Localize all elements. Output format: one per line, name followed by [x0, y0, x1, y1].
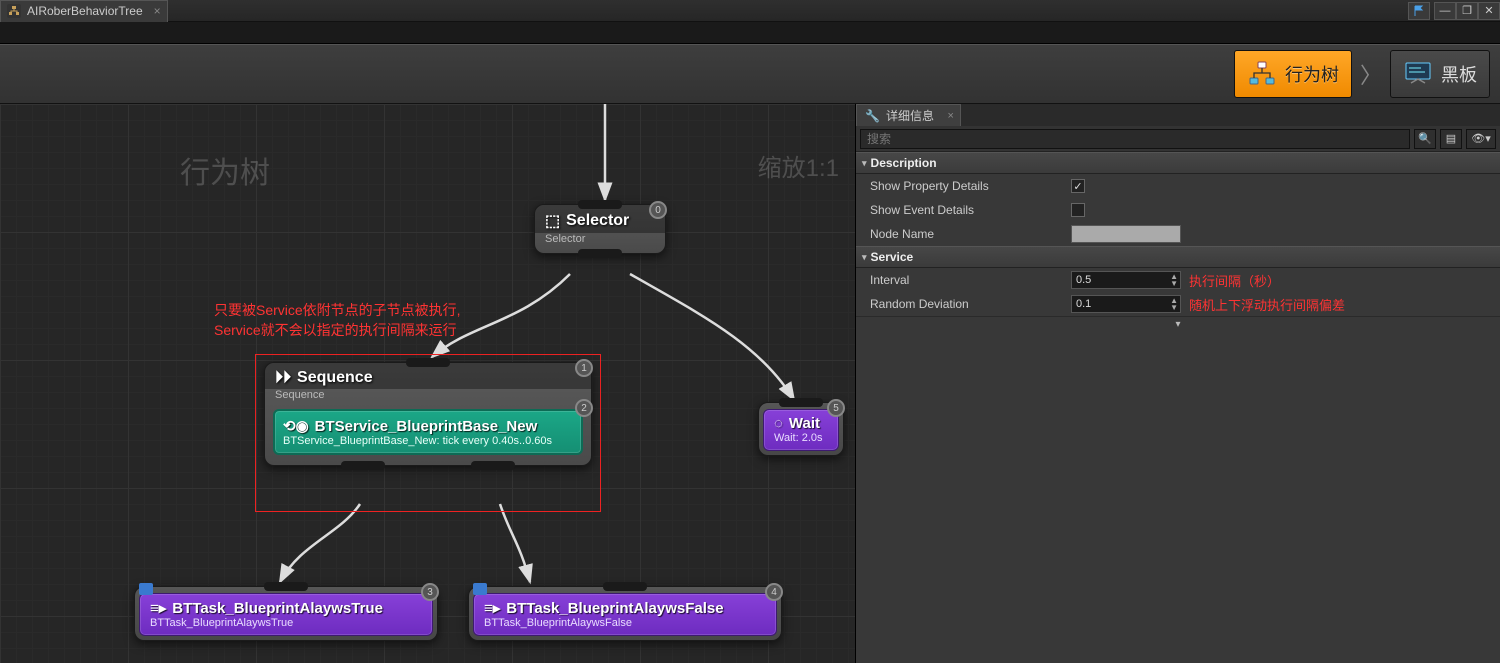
- node-sequence[interactable]: 1 2 ⏵⏵Sequence Sequence ⟲◉BTService_Blue…: [264, 362, 592, 466]
- maximize-button[interactable]: ❐: [1456, 2, 1478, 20]
- pin-in[interactable]: [603, 582, 647, 591]
- zoom-level: 缩放1:1: [758, 148, 839, 183]
- menubar-placeholder: [0, 22, 1500, 44]
- blueprint-badge: [473, 583, 487, 595]
- mode-behavior-tree[interactable]: 行为树: [1234, 50, 1352, 98]
- mode-blackboard-label: 黑板: [1441, 61, 1477, 87]
- pin-in[interactable]: [406, 358, 450, 367]
- node-selector-title: Selector: [566, 212, 629, 230]
- node-task-false-detail: BTTask_BlueprintAlaywsFalse: [484, 617, 766, 629]
- view-grid-icon[interactable]: ▤: [1440, 129, 1462, 149]
- node-task-false[interactable]: 4 ≡▸BTTask_BlueprintAlaywsFalse BTTask_B…: [468, 586, 782, 641]
- pin-out[interactable]: [578, 249, 622, 258]
- section-service: ▾Service Interval 0.5▲▼ 执行间隔（秒） Random D…: [856, 246, 1500, 332]
- input-node-name[interactable]: [1071, 225, 1181, 243]
- annotation-text: 只要被Service依附节点的子节点被执行, Service就不会以指定的执行间…: [214, 300, 461, 340]
- collapse-icon: ▾: [862, 252, 867, 263]
- details-search-row: 🔍 ▤ 👁▾: [856, 126, 1500, 152]
- behavior-tree-icon: [7, 4, 21, 18]
- annotation-interval: 执行间隔（秒）: [1189, 271, 1280, 290]
- checkbox-show-property[interactable]: ✓: [1071, 179, 1085, 193]
- close-details-icon[interactable]: ×: [948, 110, 954, 122]
- blueprint-badge: [139, 583, 153, 595]
- details-search-input[interactable]: [860, 129, 1410, 149]
- section-service-header[interactable]: ▾Service: [856, 246, 1500, 268]
- mode-bar: 行为树 〉 黑板: [0, 44, 1500, 104]
- node-task-true-detail: BTTask_BlueprintAlaywsTrue: [150, 617, 422, 629]
- pin-in[interactable]: [264, 582, 308, 591]
- node-task-false-title: BTTask_BlueprintAlaywsFalse: [506, 600, 723, 617]
- details-tab[interactable]: 🔧 详细信息 ×: [856, 104, 961, 126]
- selector-icon: ⬚: [545, 211, 560, 231]
- exec-index: 0: [649, 201, 667, 219]
- asset-tab[interactable]: AIRoberBehaviorTree ×: [0, 0, 168, 22]
- exec-index: 5: [827, 399, 845, 417]
- annotation-deviation: 随机上下浮动执行间隔偏差: [1189, 295, 1345, 314]
- sequence-icon: ⏵⏵: [275, 369, 291, 387]
- pin-in[interactable]: [779, 398, 823, 407]
- pin-out-2[interactable]: [471, 461, 515, 470]
- exec-index: 3: [421, 583, 439, 601]
- task-icon: ≡▸: [484, 599, 500, 617]
- exec-index-2: 2: [575, 399, 593, 417]
- graph-title-watermark: 行为树: [180, 148, 270, 192]
- eye-filter-icon[interactable]: 👁▾: [1466, 129, 1496, 149]
- blackboard-mode-icon: [1403, 59, 1433, 89]
- node-sequence-subtitle: Sequence: [265, 389, 591, 409]
- asset-tab-title: AIRoberBehaviorTree: [27, 4, 143, 18]
- node-sequence-title: Sequence: [297, 369, 373, 387]
- exec-index-1: 1: [575, 359, 593, 377]
- window-controls: — ❐ ✕: [1408, 2, 1500, 20]
- search-icon[interactable]: 🔍: [1414, 129, 1436, 149]
- close-button[interactable]: ✕: [1478, 2, 1500, 20]
- service-eye-icon: ⟲◉: [283, 417, 309, 435]
- pin-out-1[interactable]: [341, 461, 385, 470]
- label-interval: Interval: [856, 273, 1071, 287]
- section-expander[interactable]: ▾: [856, 316, 1500, 332]
- node-task-true[interactable]: 3 ≡▸BTTask_BlueprintAlaywsTrue BTTask_Bl…: [134, 586, 438, 641]
- mode-behavior-tree-label: 行为树: [1285, 61, 1339, 87]
- task-icon: ≡▸: [150, 599, 166, 617]
- tree-mode-icon: [1247, 59, 1277, 89]
- label-deviation: Random Deviation: [856, 297, 1071, 311]
- node-selector[interactable]: 0 ⬚Selector Selector: [534, 204, 666, 254]
- node-wait[interactable]: 5 ◌ Wait Wait: 2.0s: [758, 402, 844, 456]
- label-node-name: Node Name: [856, 227, 1071, 241]
- checkbox-show-event[interactable]: [1071, 203, 1085, 217]
- close-tab-icon[interactable]: ×: [154, 4, 161, 18]
- title-bar: AIRoberBehaviorTree × — ❐ ✕: [0, 0, 1500, 22]
- service-decorator[interactable]: ⟲◉ BTService_BlueprintBase_New BTService_…: [273, 409, 583, 455]
- node-task-true-title: BTTask_BlueprintAlaywsTrue: [172, 600, 383, 617]
- service-title: BTService_BlueprintBase_New: [315, 418, 538, 435]
- graph-canvas[interactable]: 行为树 缩放1:1 0 ⬚Selector Selector 只要被Servic…: [0, 104, 856, 663]
- minimize-button[interactable]: —: [1434, 2, 1456, 20]
- flag-icon[interactable]: [1408, 2, 1430, 20]
- node-wait-title: Wait: [789, 415, 820, 432]
- wait-icon: ◌: [774, 415, 783, 432]
- label-show-property: Show Property Details: [856, 179, 1071, 193]
- details-panel: 🔧 详细信息 × 🔍 ▤ 👁▾ ▾Description Show Proper…: [856, 104, 1500, 663]
- input-deviation[interactable]: 0.1▲▼: [1071, 295, 1181, 313]
- pin-in[interactable]: [578, 200, 622, 209]
- input-interval[interactable]: 0.5▲▼: [1071, 271, 1181, 289]
- details-wrench-icon: 🔧: [865, 109, 880, 123]
- node-wait-detail: Wait: 2.0s: [774, 432, 828, 444]
- section-description-header[interactable]: ▾Description: [856, 152, 1500, 174]
- label-show-event: Show Event Details: [856, 203, 1071, 217]
- section-description: ▾Description Show Property Details ✓ Sho…: [856, 152, 1500, 246]
- collapse-icon: ▾: [862, 158, 867, 169]
- service-detail: BTService_BlueprintBase_New: tick every …: [283, 435, 573, 447]
- mode-blackboard[interactable]: 黑板: [1390, 50, 1490, 98]
- details-tab-bar: 🔧 详细信息 ×: [856, 104, 1500, 126]
- chevron-right-icon: 〉: [1354, 58, 1388, 90]
- exec-index: 4: [765, 583, 783, 601]
- details-tab-title: 详细信息: [886, 107, 934, 124]
